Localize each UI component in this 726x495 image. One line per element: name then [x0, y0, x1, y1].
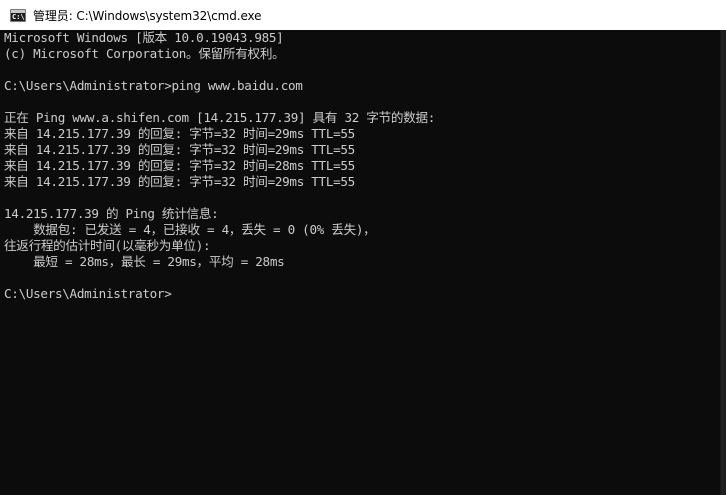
console-line: 来自 14.215.177.39 的回复: 字节=32 时间=28ms TTL=…	[4, 158, 355, 173]
console-line: 来自 14.215.177.39 的回复: 字节=32 时间=29ms TTL=…	[4, 126, 355, 141]
console-line: 来自 14.215.177.39 的回复: 字节=32 时间=29ms TTL=…	[4, 142, 355, 157]
cmd-icon[interactable]: C:\	[10, 8, 26, 22]
cmd-window: C:\ 管理员: C:\Windows\system32\cmd.exe Mic…	[0, 0, 726, 495]
console-line: 最短 = 28ms，最长 = 29ms，平均 = 28ms	[4, 254, 285, 269]
console-line: 14.215.177.39 的 Ping 统计信息:	[4, 206, 219, 221]
scrollbar-thumb[interactable]	[721, 30, 725, 495]
console-line: C:\Users\Administrator>ping www.baidu.co…	[4, 78, 303, 93]
cmd-icon-glyph: C:\	[12, 12, 25, 21]
window-title: 管理员: C:\Windows\system32\cmd.exe	[33, 8, 262, 23]
console-line: (c) Microsoft Corporation。保留所有权利。	[4, 46, 285, 61]
console-line: 数据包: 已发送 = 4，已接收 = 4，丢失 = 0 (0% 丢失)，	[4, 222, 376, 237]
console-line: 往返行程的估计时间(以毫秒为单位):	[4, 238, 211, 253]
title-bar[interactable]: C:\ 管理员: C:\Windows\system32\cmd.exe	[0, 0, 726, 30]
console-line: Microsoft Windows [版本 10.0.19043.985]	[4, 30, 284, 45]
console-output[interactable]: Microsoft Windows [版本 10.0.19043.985] (c…	[0, 30, 720, 495]
console-line: 来自 14.215.177.39 的回复: 字节=32 时间=29ms TTL=…	[4, 174, 355, 189]
console-prompt[interactable]: C:\Users\Administrator>	[4, 286, 172, 302]
vertical-scrollbar[interactable]	[720, 30, 726, 495]
console-line: 正在 Ping www.a.shifen.com [14.215.177.39]…	[4, 110, 436, 125]
